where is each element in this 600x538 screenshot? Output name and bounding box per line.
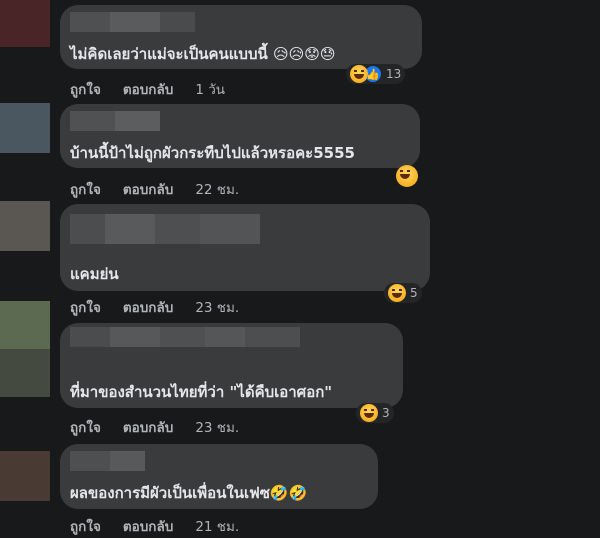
comment-bubble: ไม่คิดเลยว่าแม่จะเป็นคนแบบนี้ 😥😥😟😓 (60, 5, 422, 69)
reaction-count: 13 (386, 67, 402, 81)
commenter-name-blurred[interactable] (70, 327, 300, 367)
comment-bubble: บ้านนี้ป้าไม่ถูกผัวกระทืบไปแล้วหรอคะ5555 (60, 104, 420, 168)
comment-actions: ถูกใจ ตอบกลับ 23 ชม. (70, 416, 239, 438)
comment-time[interactable]: 23 ชม. (195, 296, 239, 318)
like-button[interactable]: ถูกใจ (70, 515, 101, 537)
comment-actions: ถูกใจ ตอบกลับ 1 วัน (70, 78, 225, 100)
reply-button[interactable]: ตอบกลับ (123, 78, 173, 100)
comment-text: บ้านนี้ป้าไม่ถูกผัวกระทืบไปแล้วหรอคะ5555 (70, 144, 355, 162)
comment-actions: ถูกใจ ตอบกลับ 21 ชม. (70, 515, 239, 537)
comment-text: ไม่คิดเลยว่าแม่จะเป็นคนแบบนี้ 😥😥😟😓 (70, 45, 336, 63)
comment-time[interactable]: 21 ชม. (195, 515, 239, 537)
reply-button[interactable]: ตอบกลับ (123, 515, 173, 537)
commenter-name-blurred[interactable] (70, 451, 145, 471)
comment-text: ผลของการมีผัวเป็นเพื่อนในเฟซ🤣🤣 (70, 484, 308, 502)
like-button[interactable]: ถูกใจ (70, 78, 101, 100)
avatar[interactable] (0, 0, 50, 47)
laugh-emoji-icon (396, 165, 418, 187)
like-button[interactable]: ถูกใจ (70, 296, 101, 318)
reaction-summary[interactable]: 5 (384, 283, 422, 303)
comment-text: แคมย่น (70, 265, 119, 283)
laugh-emoji-icon (350, 65, 368, 83)
avatar[interactable] (0, 103, 50, 153)
avatar[interactable] (0, 301, 50, 349)
reaction-count: 5 (410, 286, 418, 300)
avatar[interactable] (0, 451, 50, 501)
comment-actions: ถูกใจ ตอบกลับ 22 ชม. (70, 178, 239, 200)
avatar[interactable] (0, 201, 50, 251)
reaction-summary[interactable]: 3 (356, 403, 394, 423)
reaction-summary[interactable]: 👍 13 (346, 64, 406, 84)
comment-actions: ถูกใจ ตอบกลับ 23 ชม. (70, 296, 239, 318)
reaction-summary[interactable] (394, 165, 418, 187)
reply-button[interactable]: ตอบกลับ (123, 178, 173, 200)
comment-bubble: ที่มาของสำนวนไทยที่ว่า "ได้คืบเอาศอก" (60, 323, 403, 408)
reply-button[interactable]: ตอบกลับ (123, 296, 173, 318)
commenter-name-blurred[interactable] (70, 214, 260, 244)
commenter-name-blurred[interactable] (70, 12, 195, 32)
laugh-emoji-icon (360, 404, 378, 422)
avatar-lower (0, 349, 50, 397)
comment-time[interactable]: 22 ชม. (195, 178, 239, 200)
like-button[interactable]: ถูกใจ (70, 416, 101, 438)
laugh-emoji-icon (388, 284, 406, 302)
comment-time[interactable]: 1 วัน (195, 78, 225, 100)
comment-text: ที่มาของสำนวนไทยที่ว่า "ได้คืบเอาศอก" (70, 383, 333, 401)
reply-button[interactable]: ตอบกลับ (123, 416, 173, 438)
like-button[interactable]: ถูกใจ (70, 178, 101, 200)
commenter-name-blurred[interactable] (70, 111, 160, 131)
comment-bubble: แคมย่น (60, 204, 430, 291)
reaction-count: 3 (382, 406, 390, 420)
comment-time[interactable]: 23 ชม. (195, 416, 239, 438)
comment-bubble: ผลของการมีผัวเป็นเพื่อนในเฟซ🤣🤣 (60, 444, 378, 509)
